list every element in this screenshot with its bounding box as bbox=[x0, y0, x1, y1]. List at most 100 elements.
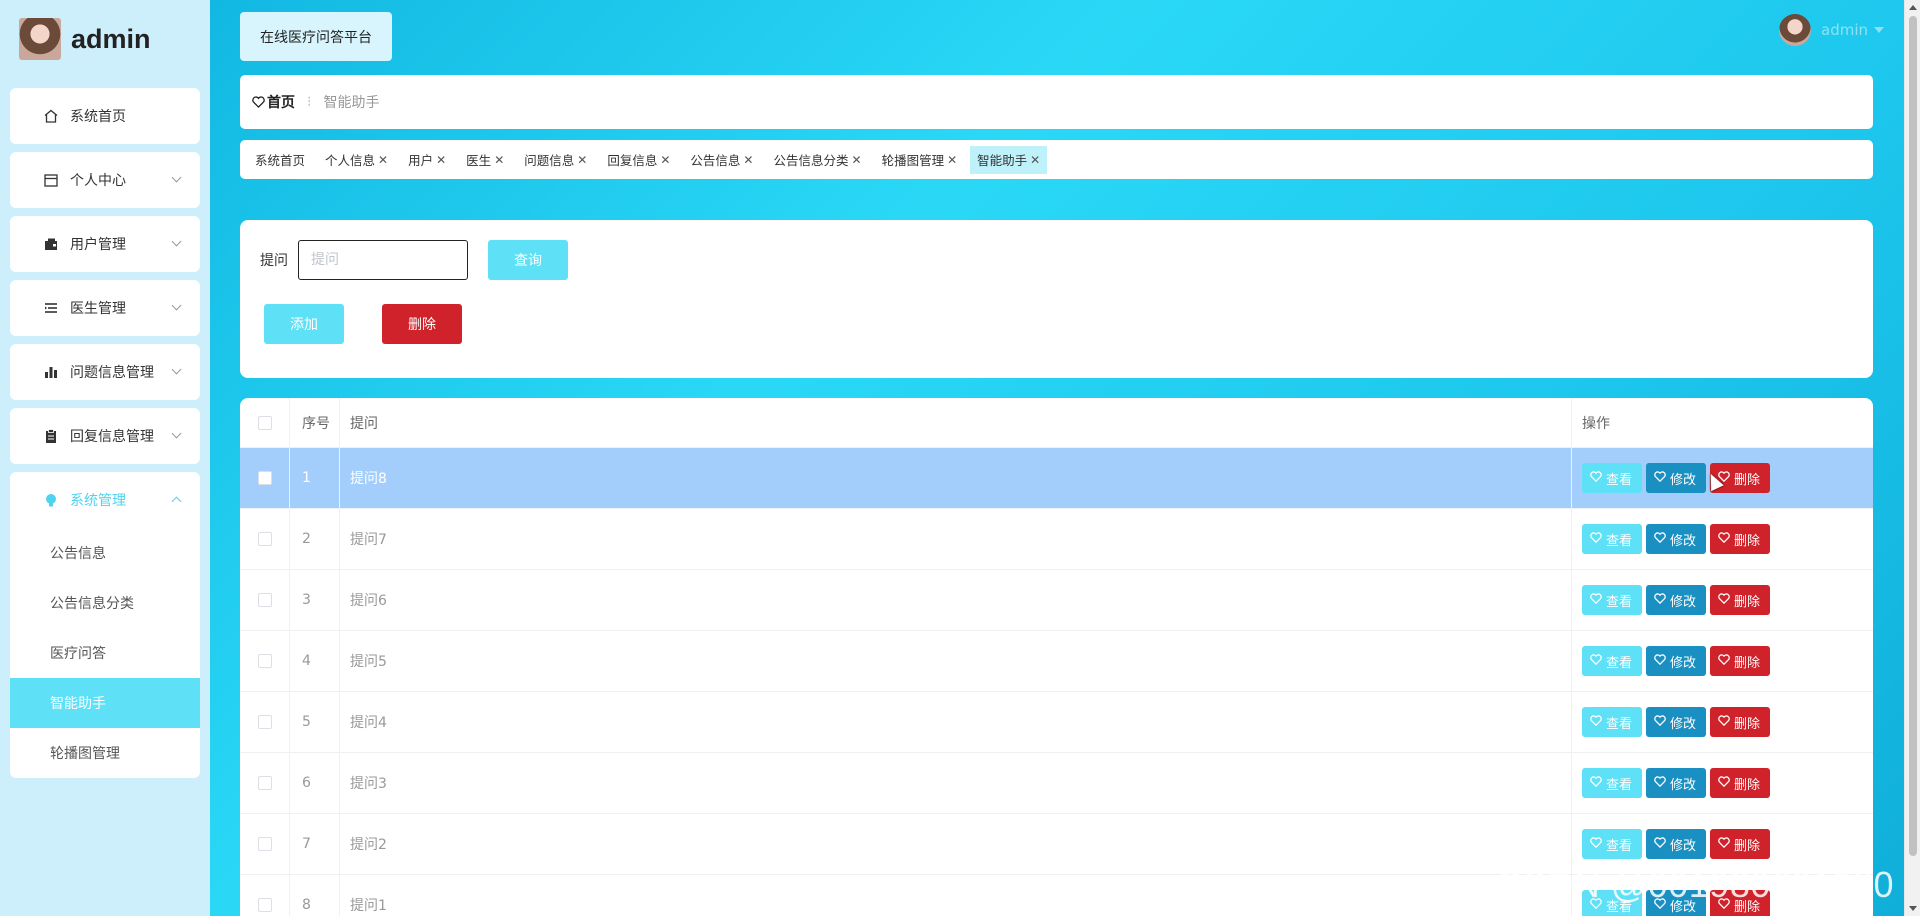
tag-smart-assistant[interactable]: 智能助手 ✕ bbox=[970, 145, 1048, 174]
submenu-item-medical-qa[interactable]: 医疗问答 bbox=[10, 628, 200, 678]
close-icon[interactable]: ✕ bbox=[1030, 153, 1040, 167]
view-button[interactable]: 查看 bbox=[1582, 463, 1642, 493]
breadcrumb-home[interactable]: 首页 bbox=[252, 92, 295, 112]
table-row[interactable]: 1 提问8 查看 修改 删除 bbox=[240, 448, 1873, 509]
sidebar-item-system-management[interactable]: 系统管理 bbox=[10, 472, 200, 528]
query-button[interactable]: 查询 bbox=[488, 240, 568, 280]
submenu-item-notice[interactable]: 公告信息 bbox=[10, 528, 200, 578]
scroll-up-icon[interactable] bbox=[1909, 5, 1917, 10]
heart-icon bbox=[1654, 714, 1670, 730]
sidebar-item-reply-management[interactable]: 回复信息管理 bbox=[10, 408, 200, 464]
wallet-icon bbox=[42, 235, 60, 253]
delete-button[interactable]: 删除 bbox=[1710, 829, 1770, 859]
close-icon[interactable]: ✕ bbox=[743, 153, 753, 167]
row-actions: 查看 修改 删除 bbox=[1572, 692, 1873, 752]
submenu-item-notice-category[interactable]: 公告信息分类 bbox=[10, 578, 200, 628]
page-scrollbar[interactable] bbox=[1904, 0, 1920, 916]
tag-doctor[interactable]: 医生 ✕ bbox=[459, 146, 511, 174]
sidebar-item-label: 医生管理 bbox=[70, 301, 126, 317]
edit-button[interactable]: 修改 bbox=[1646, 829, 1706, 859]
view-button[interactable]: 查看 bbox=[1582, 524, 1642, 554]
delete-button[interactable]: 删除 bbox=[1710, 707, 1770, 737]
scroll-thumb[interactable] bbox=[1909, 16, 1917, 856]
row-checkbox[interactable] bbox=[257, 654, 272, 668]
search-input[interactable] bbox=[298, 240, 468, 280]
caret-down-icon bbox=[1874, 27, 1884, 33]
list-icon bbox=[42, 299, 60, 317]
brand-name: admin bbox=[71, 23, 151, 54]
sidebar-item-doctor-management[interactable]: 医生管理 bbox=[10, 280, 200, 336]
chevron-down-icon bbox=[171, 300, 182, 311]
delete-button[interactable]: 删除 bbox=[1710, 585, 1770, 615]
edit-button[interactable]: 修改 bbox=[1646, 463, 1706, 493]
heart-icon bbox=[1718, 714, 1734, 730]
delete-button[interactable]: 删除 bbox=[1710, 646, 1770, 676]
close-icon[interactable]: ✕ bbox=[378, 153, 388, 167]
table-row[interactable]: 2 提问7 查看 修改 删除 bbox=[240, 509, 1873, 570]
sidebar-item-label: 回复信息管理 bbox=[70, 429, 154, 445]
close-icon[interactable]: ✕ bbox=[852, 153, 862, 167]
row-checkbox[interactable] bbox=[257, 715, 272, 729]
calendar-icon bbox=[42, 171, 60, 189]
edit-button[interactable]: 修改 bbox=[1646, 524, 1706, 554]
row-checkbox[interactable] bbox=[257, 593, 272, 607]
close-icon[interactable]: ✕ bbox=[494, 153, 504, 167]
batch-delete-button[interactable]: 删除 bbox=[382, 304, 462, 344]
select-all-checkbox[interactable] bbox=[257, 415, 272, 430]
row-question: 提问8 bbox=[340, 448, 1572, 508]
tag-personal-info[interactable]: 个人信息 ✕ bbox=[318, 146, 395, 174]
add-button[interactable]: 添加 bbox=[264, 304, 344, 344]
user-name: admin bbox=[1821, 21, 1868, 39]
view-button[interactable]: 查看 bbox=[1582, 646, 1642, 676]
row-index: 4 bbox=[290, 631, 340, 691]
tag-question-info[interactable]: 问题信息 ✕ bbox=[517, 146, 594, 174]
sidebar-item-home[interactable]: 系统首页 bbox=[10, 88, 200, 144]
tag-user[interactable]: 用户 ✕ bbox=[401, 146, 453, 174]
delete-button[interactable]: 删除 bbox=[1710, 768, 1770, 798]
user-menu[interactable]: admin bbox=[1779, 14, 1884, 46]
submenu-item-carousel[interactable]: 轮播图管理 bbox=[10, 728, 200, 778]
edit-button[interactable]: 修改 bbox=[1646, 585, 1706, 615]
search-label: 提问 bbox=[260, 253, 288, 269]
edit-button[interactable]: 修改 bbox=[1646, 646, 1706, 676]
edit-button[interactable]: 修改 bbox=[1646, 768, 1706, 798]
tag-carousel[interactable]: 轮播图管理 ✕ bbox=[875, 146, 965, 174]
heart-icon bbox=[1590, 714, 1606, 730]
tag-notice-category[interactable]: 公告信息分类 ✕ bbox=[766, 146, 868, 174]
row-checkbox[interactable] bbox=[257, 898, 272, 912]
view-button[interactable]: 查看 bbox=[1582, 829, 1642, 859]
row-checkbox[interactable] bbox=[257, 532, 272, 546]
delete-button[interactable]: 删除 bbox=[1710, 524, 1770, 554]
view-button[interactable]: 查看 bbox=[1582, 585, 1642, 615]
table-row[interactable]: 5 提问4 查看 修改 删除 bbox=[240, 692, 1873, 753]
scroll-down-icon[interactable] bbox=[1909, 906, 1917, 911]
sidebar-item-question-management[interactable]: 问题信息管理 bbox=[10, 344, 200, 400]
tag-home[interactable]: 系统首页 bbox=[248, 146, 312, 174]
table-row[interactable]: 6 提问3 查看 修改 删除 bbox=[240, 753, 1873, 814]
edit-button[interactable]: 修改 bbox=[1646, 707, 1706, 737]
tag-notice-info[interactable]: 公告信息 ✕ bbox=[683, 146, 760, 174]
close-icon[interactable]: ✕ bbox=[436, 153, 446, 167]
view-button[interactable]: 查看 bbox=[1582, 707, 1642, 737]
row-checkbox[interactable] bbox=[257, 471, 272, 485]
table-row[interactable]: 4 提问5 查看 修改 删除 bbox=[240, 631, 1873, 692]
close-icon[interactable]: ✕ bbox=[660, 153, 670, 167]
table-row[interactable]: 3 提问6 查看 修改 删除 bbox=[240, 570, 1873, 631]
row-checkbox[interactable] bbox=[257, 776, 272, 790]
heart-icon bbox=[252, 96, 265, 108]
view-button[interactable]: 查看 bbox=[1582, 768, 1642, 798]
row-actions: 查看 修改 删除 bbox=[1572, 631, 1873, 691]
row-index: 2 bbox=[290, 509, 340, 569]
submenu-item-smart-assistant[interactable]: 智能助手 bbox=[10, 678, 200, 728]
tag-reply-info[interactable]: 回复信息 ✕ bbox=[600, 146, 677, 174]
sidebar: admin 系统首页 个人中心 用户管理 医生管理 问题信息管理 回复信息管理 … bbox=[0, 0, 210, 916]
close-icon[interactable]: ✕ bbox=[577, 153, 587, 167]
row-checkbox[interactable] bbox=[257, 837, 272, 851]
heart-icon bbox=[1590, 836, 1606, 852]
sidebar-item-personal-center[interactable]: 个人中心 bbox=[10, 152, 200, 208]
heart-icon bbox=[1654, 531, 1670, 547]
sidebar-item-user-management[interactable]: 用户管理 bbox=[10, 216, 200, 272]
app-root: admin 系统首页 个人中心 用户管理 医生管理 问题信息管理 回复信息管理 … bbox=[0, 0, 1920, 916]
close-icon[interactable]: ✕ bbox=[947, 153, 957, 167]
sidebar-item-label: 系统管理 bbox=[70, 493, 126, 509]
